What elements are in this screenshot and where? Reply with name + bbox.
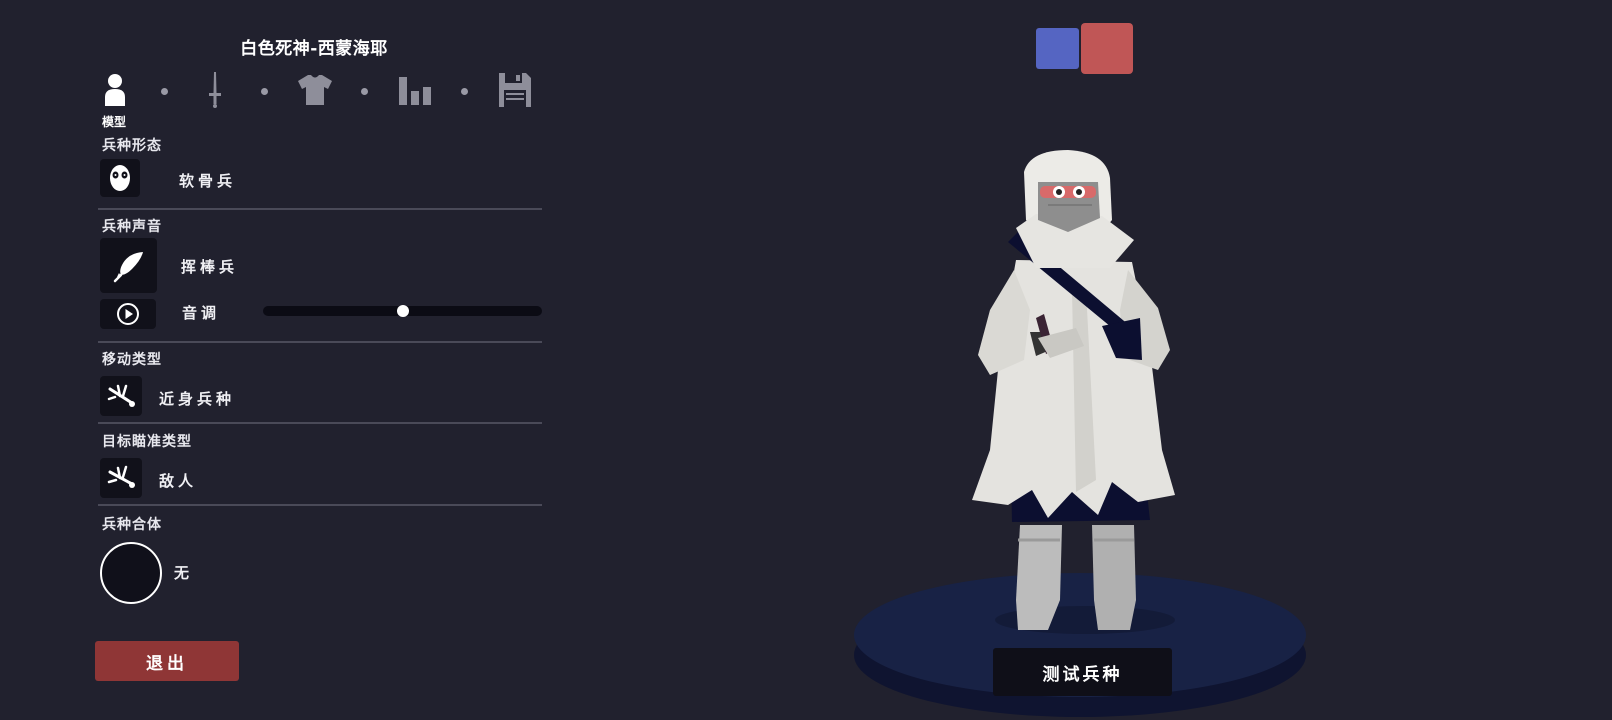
tab-weapon[interactable] — [195, 70, 235, 110]
play-icon — [117, 303, 139, 325]
tab-separator-dot — [261, 88, 268, 95]
tab-stats[interactable] — [395, 70, 435, 110]
team-red-swatch[interactable] — [1081, 23, 1133, 74]
mask-icon — [110, 165, 130, 191]
section-divider — [98, 341, 542, 343]
pitch-label: 音调 — [182, 304, 221, 322]
section-divider — [98, 208, 542, 210]
sword-icon — [209, 72, 221, 108]
combine-slot[interactable] — [100, 542, 162, 604]
tab-model-label: 模型 — [102, 115, 127, 129]
exit-button[interactable]: 退出 — [95, 641, 239, 681]
shirt-icon — [298, 75, 332, 105]
target-enemy-icon — [107, 465, 135, 488]
voice-select-button[interactable] — [100, 238, 157, 293]
movement-select-button[interactable] — [100, 376, 142, 416]
pitch-slider[interactable] — [263, 305, 542, 317]
movement-value: 近身兵种 — [159, 390, 236, 408]
section-divider — [98, 422, 542, 424]
section-divider — [98, 504, 542, 506]
test-unit-button[interactable]: 测试兵种 — [993, 648, 1172, 696]
person-icon — [105, 74, 125, 106]
tab-model[interactable] — [95, 70, 135, 110]
tab-clothing[interactable] — [295, 70, 335, 110]
form-select-button[interactable] — [100, 159, 140, 197]
section-movement-label: 移动类型 — [102, 352, 162, 368]
unit-preview — [854, 150, 1306, 717]
unit-figure — [972, 150, 1175, 630]
pitch-slider-knob[interactable] — [396, 305, 409, 317]
play-voice-button[interactable] — [100, 299, 156, 329]
team-blue-swatch[interactable] — [1036, 28, 1079, 69]
tab-save[interactable] — [495, 70, 535, 110]
form-value: 软骨兵 — [179, 172, 237, 190]
melee-icon — [107, 384, 135, 407]
targeting-select-button[interactable] — [100, 458, 142, 498]
section-voice-label: 兵种声音 — [102, 219, 162, 235]
section-combine-label: 兵种合体 — [102, 517, 162, 533]
tab-separator-dot — [361, 88, 368, 95]
stats-icon — [399, 77, 431, 105]
unit-title: 白色死神-西蒙海耶 — [240, 39, 388, 59]
targeting-value: 敌人 — [159, 472, 198, 490]
tab-separator-dot — [461, 88, 468, 95]
tab-separator-dot — [161, 88, 168, 95]
section-targeting-label: 目标瞄准类型 — [102, 434, 192, 450]
voice-value: 挥棒兵 — [181, 258, 239, 276]
section-form-label: 兵种形态 — [102, 138, 162, 154]
combine-value: 无 — [174, 564, 194, 582]
feather-icon — [113, 251, 143, 282]
save-icon — [499, 73, 531, 107]
